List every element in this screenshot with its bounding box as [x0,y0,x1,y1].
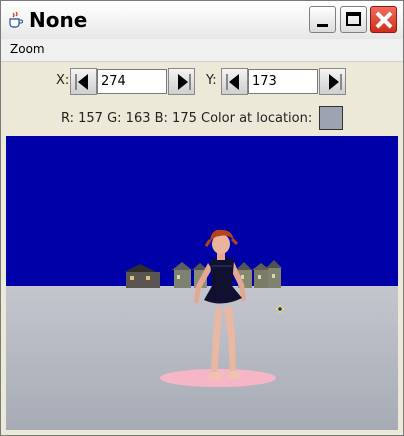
picture-explorer-window: None Zoom X: Y: R: 157 G: 163 B: 175 Col… [0,0,404,436]
minimize-button[interactable] [309,6,336,33]
location-panel: X: Y: R: 157 G: 163 B: 175 Color at loca… [1,63,403,135]
x-decrement-button[interactable] [70,68,97,95]
window-title: None [29,8,88,32]
maximize-button[interactable] [340,6,367,33]
y-input[interactable] [248,69,318,94]
color-swatch [319,106,343,130]
x-input[interactable] [97,69,167,94]
close-button[interactable] [370,6,397,33]
color-info-text: R: 157 G: 163 B: 175 Color at location: [61,111,313,126]
picture-canvas[interactable] [6,136,398,430]
x-label: X: [56,73,70,88]
menu-zoom[interactable]: Zoom [10,42,45,56]
minimize-icon [317,24,328,27]
y-label: Y: [206,73,217,88]
menu-bar: Zoom [1,39,403,62]
scene-image [6,136,398,430]
title-bar[interactable]: None [1,1,403,40]
java-cup-icon [9,11,23,28]
maximize-icon [346,12,361,26]
y-decrement-button[interactable] [221,68,248,95]
x-increment-button[interactable] [168,68,195,95]
y-increment-button[interactable] [319,68,346,95]
